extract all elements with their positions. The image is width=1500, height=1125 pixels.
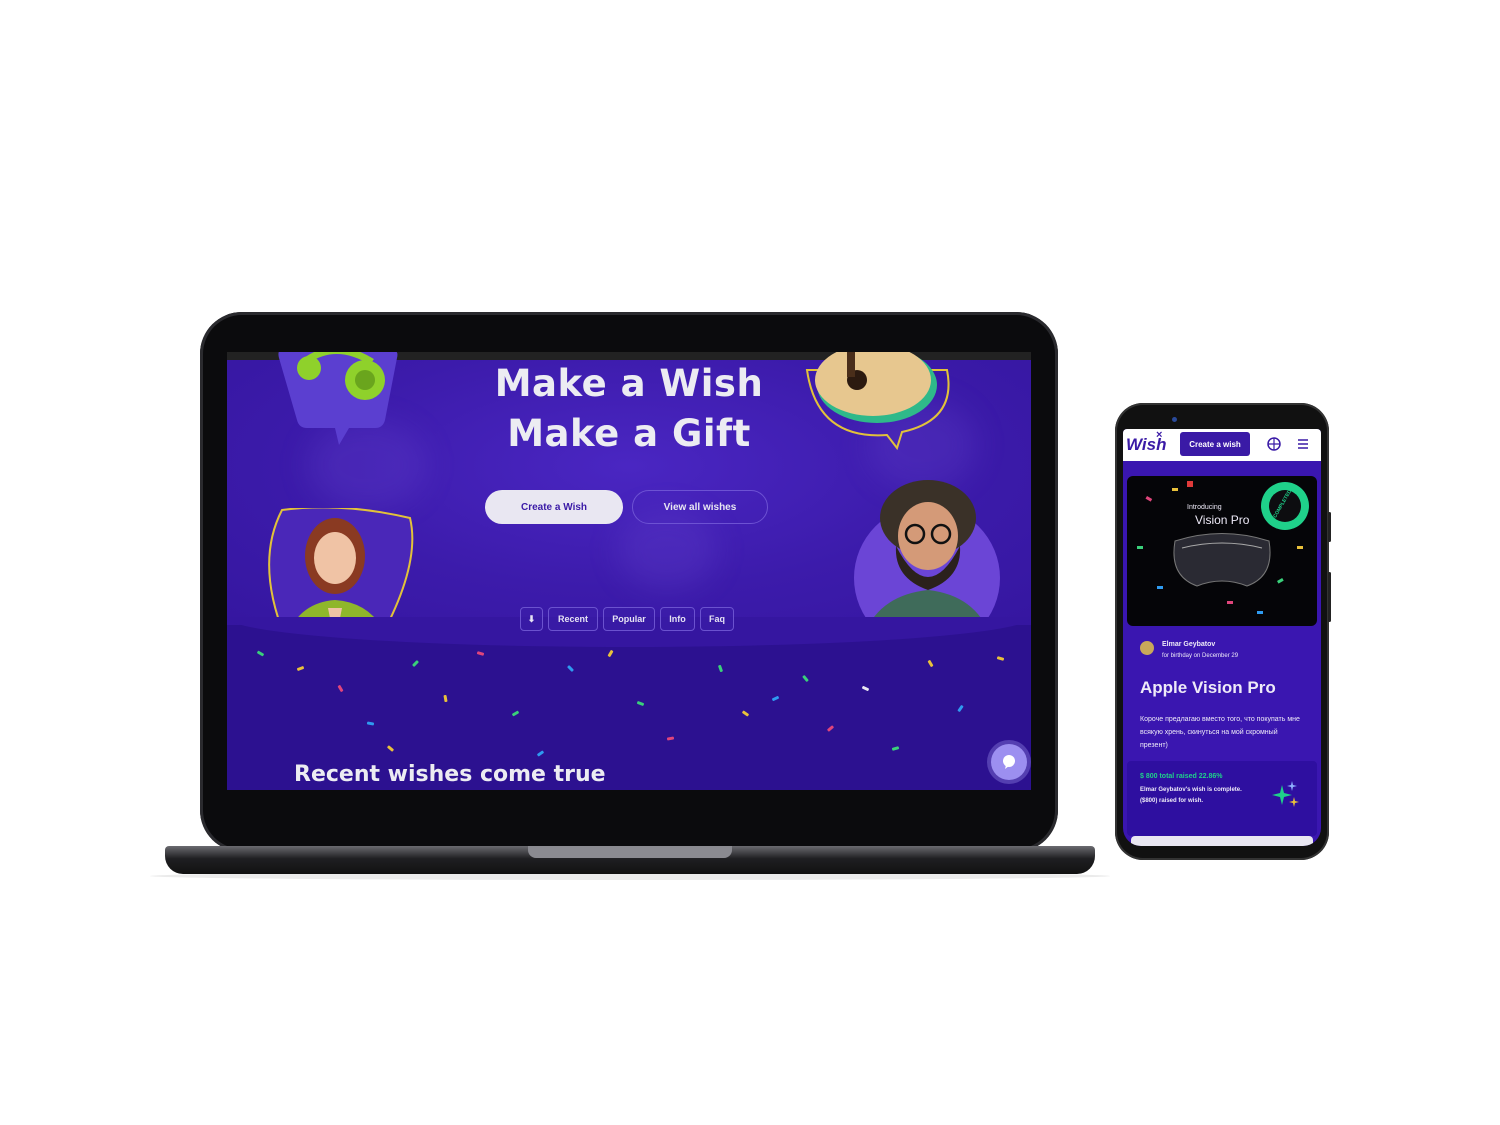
scroll-down-button[interactable]: ⬇ [520,607,543,631]
view-all-wishes-button[interactable]: View all wishes [632,490,768,524]
phone-screen: Wish × Create a wish Introducing Vision … [1123,429,1321,846]
grid-icon[interactable] [1267,437,1281,451]
hero-title-line1: Make a Wish [494,362,764,405]
menu-icon[interactable] [1297,438,1309,450]
raised-panel: $ 800 total raised 22.86% Elmar Geybatov… [1127,761,1317,836]
nav-recent[interactable]: Recent [548,607,598,631]
vision-pro-label: Vision Pro [1195,513,1250,527]
author-avatar [1140,641,1154,655]
create-wish-button[interactable]: Create a Wish [485,490,623,524]
recent-wishes-heading: Recent wishes come true [294,762,606,787]
nav-info[interactable]: Info [660,607,695,631]
introducing-label: Introducing [1187,504,1222,511]
raised-note: Elmar Geybatov's wish is complete. ($800… [1140,787,1242,804]
hero-section: Make a Wish Make a Gift Create a Wish Vi… [227,352,1031,653]
phone-camera [1172,417,1177,422]
nav-faq[interactable]: Faq [700,607,734,631]
laptop-hinge [528,846,732,858]
wish-card-image[interactable]: Introducing Vision Pro COMPLETED [1127,476,1317,626]
next-card-preview [1131,836,1313,846]
hero-title-line2: Make a Gift [507,412,751,455]
raised-amount: $ 800 total raised 22.86% [1140,773,1223,780]
phone-volume-button [1328,572,1331,622]
author-name[interactable]: Elmar Geybatov [1162,641,1215,648]
occasion-text: for birthday on December 29 [1162,653,1239,659]
laptop-screen: Make a Wish Make a Gift Create a Wish Vi… [227,352,1031,790]
phone-side-button [1328,512,1331,542]
chat-button[interactable] [991,744,1027,780]
sparkle-icon [1272,781,1299,807]
nav-popular[interactable]: Popular [603,607,655,631]
phone-create-wish-button[interactable]: Create a wish [1180,432,1250,456]
logo-mark: × [1156,429,1163,441]
phone-header: Wish × Create a wish [1123,429,1321,461]
wish-title: Apple Vision Pro [1140,678,1276,697]
wish-description: Короче предлагаю вместо того, что покупа… [1140,716,1300,749]
chat-icon [1003,755,1015,769]
